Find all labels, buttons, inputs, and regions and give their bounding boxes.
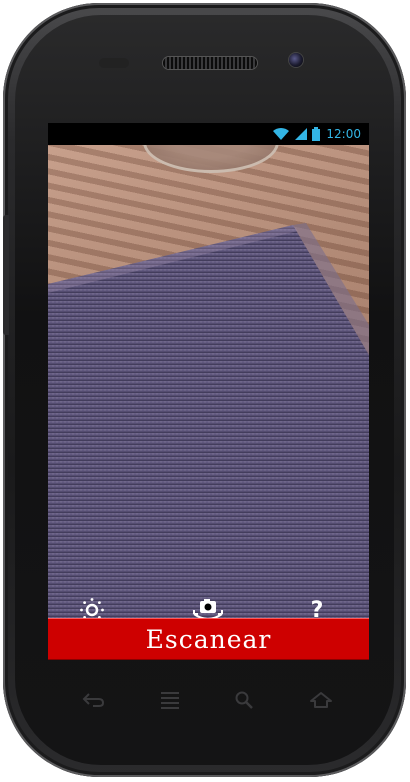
battery-icon: [312, 127, 321, 141]
wifi-icon: [273, 127, 290, 140]
earpiece-speaker: [163, 57, 257, 69]
scan-button-label: Escanear: [145, 624, 272, 654]
help-icon: ?: [310, 597, 324, 619]
status-bar: 12:00: [48, 123, 369, 145]
menu-key[interactable]: [155, 688, 185, 712]
scan-button[interactable]: Escanear: [48, 618, 369, 660]
switch-camera-icon: [193, 599, 223, 618]
camera-actions: ?: [48, 593, 369, 618]
search-key[interactable]: [229, 688, 259, 712]
switch-camera-button[interactable]: [190, 595, 226, 618]
volume-button: [3, 215, 9, 335]
back-icon: [82, 693, 105, 707]
home-icon: [310, 692, 332, 708]
back-key[interactable]: [78, 688, 108, 712]
status-icons: 12:00: [272, 126, 361, 142]
status-clock: 12:00: [326, 127, 361, 141]
settings-icon: [80, 598, 104, 618]
help-button[interactable]: ?: [302, 595, 332, 619]
settings-button[interactable]: [77, 595, 107, 618]
hardware-softkeys: [48, 680, 369, 720]
home-key[interactable]: [306, 688, 336, 712]
camera-viewfinder[interactable]: ?: [48, 145, 369, 618]
phone-screen: 12:00 ? Escanear: [48, 123, 369, 660]
proximity-sensor: [99, 58, 129, 68]
search-icon: [235, 691, 253, 709]
front-camera-icon: [289, 53, 303, 67]
menu-icon: [161, 692, 179, 709]
viewfinder-mat: [48, 223, 369, 618]
signal-icon: [295, 128, 308, 140]
